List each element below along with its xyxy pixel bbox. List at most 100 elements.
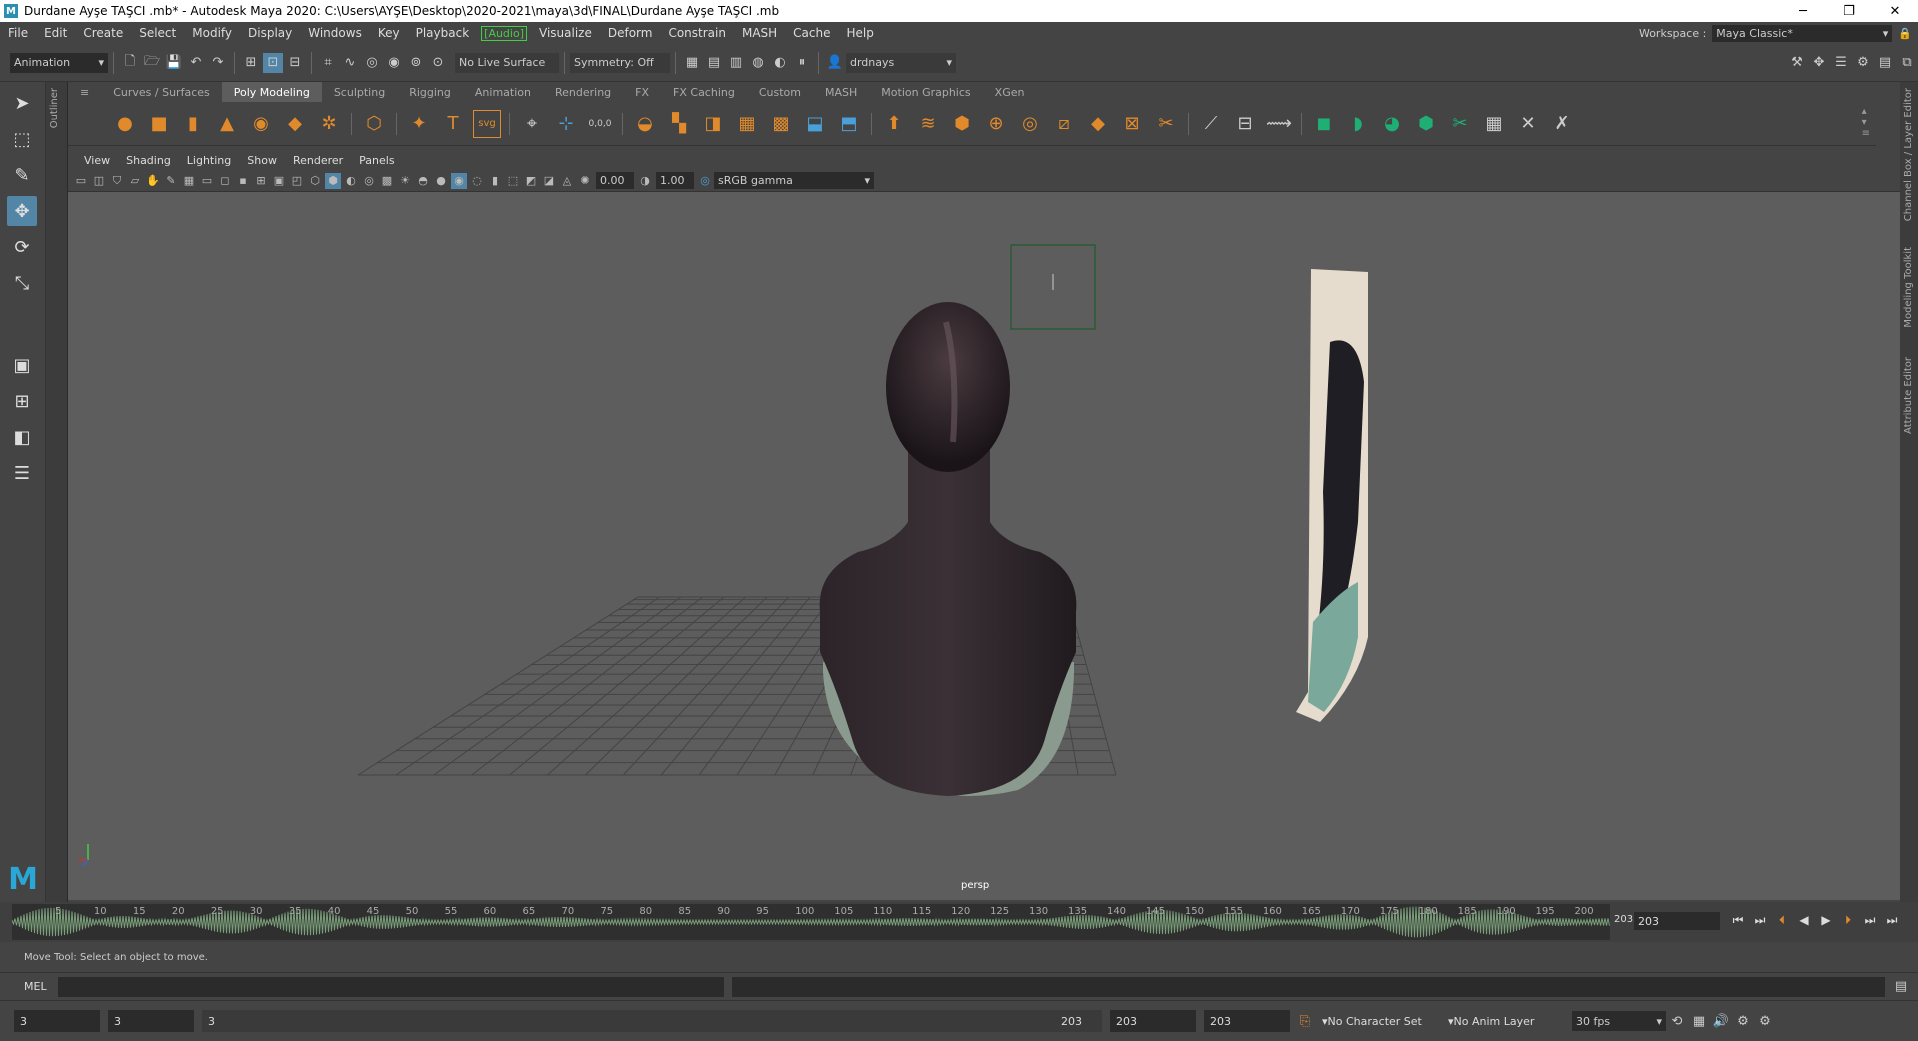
poly-cylinder-icon[interactable]: ▮ bbox=[179, 110, 207, 138]
motion-blur-icon[interactable]: ◉ bbox=[451, 172, 467, 189]
play-forward-icon[interactable]: ▶ bbox=[1816, 910, 1836, 930]
poly-plane-icon[interactable]: ◆ bbox=[281, 110, 309, 138]
shelf-tab-animation[interactable]: Animation bbox=[463, 82, 543, 102]
shelf-tab-curves-surfaces[interactable]: Curves / Surfaces bbox=[101, 82, 222, 102]
outliner-tab[interactable]: Outliner bbox=[46, 82, 68, 902]
svg-icon[interactable]: svg bbox=[473, 109, 501, 138]
snap-live-icon[interactable]: ⊙ bbox=[428, 53, 448, 73]
menu-modify[interactable]: Modify bbox=[184, 26, 240, 40]
panel-menu-shading[interactable]: Shading bbox=[118, 154, 179, 167]
script-editor-icon[interactable]: ▤ bbox=[1891, 977, 1911, 997]
step-back-key-icon[interactable]: ⏭ bbox=[1750, 910, 1770, 930]
persp-outliner-layout-icon[interactable]: ◧ bbox=[7, 422, 37, 452]
xray-icon[interactable]: ◩ bbox=[523, 173, 539, 189]
use-all-lights-icon[interactable]: ☀ bbox=[397, 173, 413, 189]
attribute-editor-tab[interactable]: Attribute Editor bbox=[1903, 357, 1914, 434]
poly-cube-icon[interactable]: ■ bbox=[145, 110, 173, 138]
select-object-icon[interactable]: ⊡ bbox=[263, 52, 283, 73]
sound-icon[interactable]: 🔊 bbox=[1711, 1011, 1731, 1031]
textured-icon[interactable]: ▩ bbox=[379, 173, 395, 189]
shelf-scroll-icon[interactable]: ▴ ▾ ≡ bbox=[1862, 106, 1870, 139]
shelf-menu-icon[interactable]: ≡ bbox=[68, 82, 101, 102]
attribute-editor-icon[interactable]: ☰ bbox=[1831, 53, 1851, 73]
snap-curve-icon[interactable]: ∿ bbox=[340, 53, 360, 73]
save-scene-icon[interactable]: 💾 bbox=[164, 53, 184, 73]
time-slider-track[interactable]: 5 10 15 20 25 30 35 40 45 50 55 60 65 70 75 80 85 90 95 100… bbox=[12, 904, 1610, 940]
smooth-shade-icon[interactable]: ⬢ bbox=[325, 172, 341, 189]
shadows-icon[interactable]: ◓ bbox=[415, 173, 431, 189]
select-hierarchy-icon[interactable]: ⊞ bbox=[241, 53, 261, 73]
step-forward-frame-icon[interactable]: ⏵ bbox=[1838, 910, 1858, 930]
gamma-icon[interactable]: ◑ bbox=[637, 173, 653, 189]
spherical-uv-icon[interactable]: ◕ bbox=[1378, 110, 1406, 138]
film-gate-icon[interactable]: ▭ bbox=[199, 173, 215, 189]
go-to-end-icon[interactable]: ⏭ bbox=[1882, 910, 1902, 930]
two-d-pan-icon[interactable]: ✋ bbox=[145, 173, 161, 189]
transform-component-icon[interactable]: ⊹ bbox=[552, 110, 580, 138]
menu-display[interactable]: Display bbox=[240, 26, 300, 40]
snap-grid-icon[interactable]: ⌗ bbox=[318, 53, 338, 73]
new-scene-icon[interactable]: 🗋 bbox=[120, 53, 140, 73]
range-slider-bar[interactable]: 3 203 bbox=[202, 1010, 1102, 1032]
wireframe-on-shaded-icon[interactable]: ◎ bbox=[361, 173, 377, 189]
scale-tool-icon[interactable]: ⤡ bbox=[7, 268, 37, 298]
select-tool-icon[interactable]: ➤ bbox=[7, 88, 37, 118]
cylindrical-uv-icon[interactable]: ◗ bbox=[1344, 110, 1372, 138]
layer-editor-icon[interactable]: ⧉ bbox=[1897, 53, 1917, 73]
multi-cut-icon[interactable]: ✂ bbox=[1152, 110, 1180, 138]
poly-cone-icon[interactable]: ▲ bbox=[213, 110, 241, 138]
select-camera-icon[interactable]: ▭ bbox=[73, 173, 89, 189]
view-transform-dropdown[interactable]: sRGB gamma ▾ bbox=[714, 172, 874, 189]
live-surface-field[interactable]: No Live Surface bbox=[455, 52, 559, 73]
reduce-icon[interactable]: ▩ bbox=[767, 110, 795, 138]
gamma-field[interactable]: 1.00 bbox=[656, 172, 694, 189]
anim-layer-dropdown[interactable]: ▾ No Anim Layer bbox=[1442, 1010, 1568, 1032]
cache-icon[interactable]: ▦ bbox=[1689, 1011, 1709, 1031]
shelf-tab-rendering[interactable]: Rendering bbox=[543, 82, 623, 102]
anim-start-field[interactable]: 3 bbox=[14, 1010, 100, 1032]
panel-menu-lighting[interactable]: Lighting bbox=[179, 154, 239, 167]
anim-end-field[interactable]: 203 bbox=[1204, 1010, 1290, 1032]
target-weld-icon[interactable]: ⟋ bbox=[1197, 110, 1225, 138]
uv-editor-icon[interactable]: ▦ bbox=[1480, 110, 1508, 138]
depth-of-field-icon[interactable]: ▮ bbox=[487, 173, 503, 189]
xray-joints-icon[interactable]: ◬ bbox=[559, 173, 575, 189]
delete-history-icon[interactable]: ✗ bbox=[1548, 110, 1576, 138]
open-scene-icon[interactable]: 🗁 bbox=[142, 53, 162, 73]
wedge-icon[interactable]: ◆ bbox=[1084, 110, 1112, 138]
smooth-icon[interactable]: ▦ bbox=[733, 110, 761, 138]
panel-menu-renderer[interactable]: Renderer bbox=[285, 154, 351, 167]
menu-set-dropdown[interactable]: Animation ▾ bbox=[10, 52, 108, 73]
menu-mash[interactable]: MASH bbox=[734, 26, 785, 40]
menu-help[interactable]: Help bbox=[839, 26, 882, 40]
go-to-start-icon[interactable]: ⏮ bbox=[1728, 910, 1748, 930]
menu-edit[interactable]: Edit bbox=[36, 26, 75, 40]
color-management-icon[interactable]: ◎ bbox=[697, 173, 713, 189]
fps-dropdown[interactable]: 30 fps ▾ bbox=[1572, 1011, 1666, 1031]
playback-prefs-icon[interactable]: ⚙ bbox=[1755, 1011, 1775, 1031]
resolution-gate-icon[interactable]: ◻ bbox=[217, 173, 233, 189]
poly-torus-icon[interactable]: ◉ bbox=[247, 110, 275, 138]
isolate-select-icon[interactable]: ⬚ bbox=[505, 173, 521, 189]
undo-icon[interactable]: ↶ bbox=[186, 53, 206, 73]
shelf-tab-motion-graphics[interactable]: Motion Graphics bbox=[869, 82, 982, 102]
redo-icon[interactable]: ↷ bbox=[208, 53, 228, 73]
anti-aliasing-icon[interactable]: ◌ bbox=[469, 173, 485, 189]
shelf-tab-mash[interactable]: MASH bbox=[813, 82, 869, 102]
wireframe-icon[interactable]: ⬡ bbox=[307, 173, 323, 189]
grid-icon[interactable]: ▦ bbox=[181, 173, 197, 189]
character-set-dropdown[interactable]: ▾ No Character Set bbox=[1316, 1010, 1442, 1032]
boolean-union-icon[interactable]: ⬓ bbox=[801, 110, 829, 138]
cut-uv-icon[interactable]: ✂ bbox=[1446, 110, 1474, 138]
paint-select-tool-icon[interactable]: ✎ bbox=[7, 160, 37, 190]
extrude-icon[interactable]: ⬆ bbox=[880, 110, 908, 138]
safe-title-icon[interactable]: ◰ bbox=[289, 173, 305, 189]
playback-start-field[interactable]: 3 bbox=[108, 1010, 194, 1032]
boolean-difference-icon[interactable]: ⬒ bbox=[835, 110, 863, 138]
xray-active-icon[interactable]: ◪ bbox=[541, 173, 557, 189]
character-controls-icon[interactable]: ✥ bbox=[1809, 53, 1829, 73]
poly-sphere-icon[interactable]: ● bbox=[111, 110, 139, 138]
merge-vertices-icon[interactable]: ✕ bbox=[1514, 110, 1542, 138]
render-view-icon[interactable]: ◐ bbox=[770, 53, 790, 73]
combine-icon[interactable]: ◒ bbox=[631, 110, 659, 138]
